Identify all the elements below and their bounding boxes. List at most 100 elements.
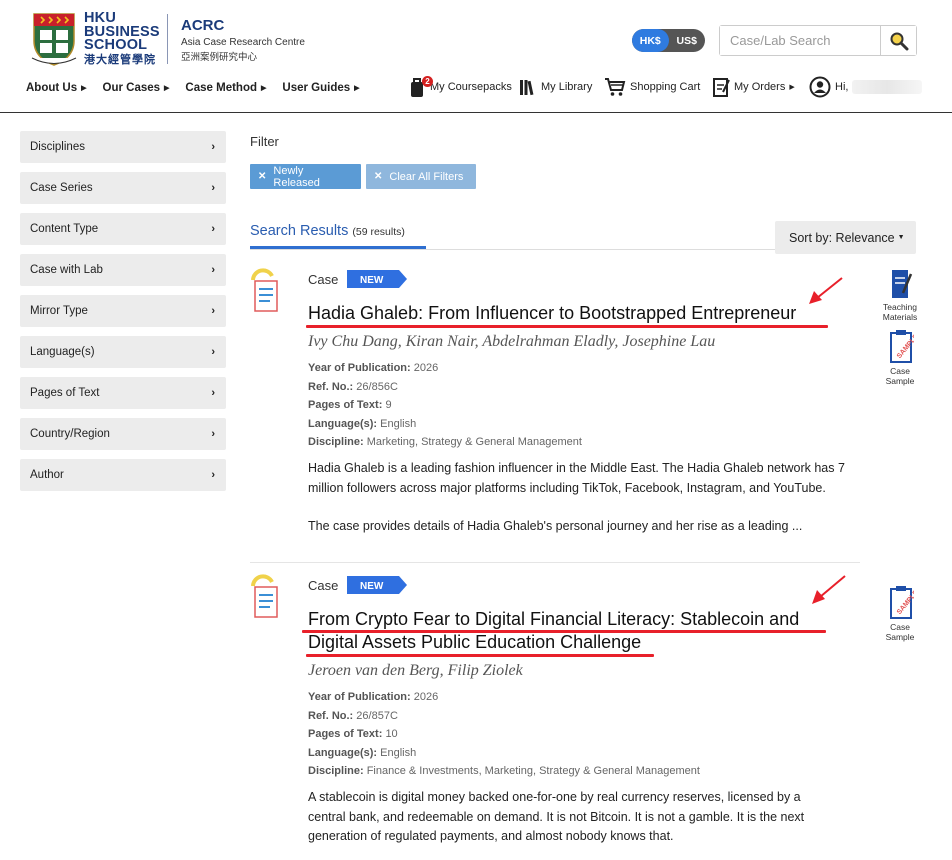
nav-label: Our Cases [102, 82, 161, 94]
site-header: HKU BUSINESS SCHOOL 港大經管學院 ACRC Asia Cas… [0, 0, 952, 113]
meta-label-discipline: Discipline: [308, 765, 364, 777]
shopping-cart-link[interactable]: Shopping Cart [604, 72, 700, 102]
meta-year: 2026 [413, 362, 439, 374]
new-tag-text: NEW [360, 275, 384, 286]
abstract-paragraph: The case provides details of Hadia Ghale… [308, 519, 803, 533]
clear-all-filters-button[interactable]: ✕ Clear All Filters [366, 164, 476, 189]
filter-chip-newly-released[interactable]: ✕ Newly Released [250, 164, 361, 189]
case-abstract: A stablecoin is digital money backed one… [308, 788, 828, 847]
case-authors: Ivy Chu Dang, Kiran Nair, Abdelrahman El… [308, 333, 716, 350]
meta-language: English [380, 417, 417, 430]
case-document-icon [251, 268, 278, 312]
case-sample-link[interactable]: SAMPLE Case Sample [880, 584, 920, 642]
results-count: (59 results) [352, 226, 405, 238]
sort-dropdown[interactable]: Sort by: Relevance ▼ [775, 221, 916, 254]
sidebar-item-mirror-type[interactable]: Mirror Type › [20, 295, 226, 327]
caret-right-icon: ▶ [81, 85, 87, 92]
library-label: My Library [541, 81, 593, 93]
sidebar-item-case-series[interactable]: Case Series › [20, 172, 226, 204]
filter-sidebar: Disciplines › Case Series › Content Type › … [20, 131, 226, 500]
search-icon [890, 32, 908, 50]
caret-right-icon: ▶ [164, 85, 170, 92]
annotation-arrow-icon [809, 277, 843, 304]
result-divider [250, 562, 860, 563]
nav-label: User Guides [282, 82, 351, 94]
annotation-arrow-icon [812, 575, 846, 604]
meta-language: English [380, 746, 417, 759]
sidebar-item-label: Disciplines [30, 141, 85, 153]
case-sample-clipboard-icon: SAMPLE [890, 586, 920, 619]
chevron-right-icon: › [211, 305, 215, 317]
sidebar-item-pages-of-text[interactable]: Pages of Text › [20, 377, 226, 409]
teaching-materials-icon [892, 270, 913, 298]
my-library-link[interactable]: My Library [519, 72, 592, 102]
main-nav: About Us ▶ Our Cases ▶ Case Method ▶ User G… [26, 82, 376, 94]
redacted-user-name [852, 80, 923, 94]
sort-label: Sort by: Relevance [789, 230, 895, 245]
chevron-right-icon: › [211, 264, 215, 276]
meta-label-language: Language(s): [308, 746, 378, 759]
caret-down-icon: ▼ [897, 234, 905, 241]
sidebar-item-label: Author [30, 469, 64, 481]
meta-label-year: Year of Publication: [308, 362, 411, 374]
school-name-chinese: 港大經管學院 [84, 53, 156, 66]
meta-label-language: Language(s): [308, 417, 378, 430]
case-title-link[interactable]: Hadia Ghaleb: From Influencer to Bootstr… [308, 302, 848, 325]
meta-year: 2026 [413, 691, 439, 703]
nav-about-us[interactable]: About Us ▶ [26, 82, 87, 94]
case-type-label: Case [308, 578, 339, 593]
my-orders-link[interactable]: My Orders ▶ [712, 72, 795, 102]
currency-toggle[interactable]: HK$ US$ [632, 29, 705, 52]
filter-heading: Filter [250, 134, 279, 149]
sidebar-item-languages[interactable]: Language(s) › [20, 336, 226, 368]
nav-case-method[interactable]: Case Method ▶ [185, 82, 266, 94]
chevron-right-icon: › [211, 428, 215, 440]
meta-label-year: Year of Publication: [308, 691, 411, 703]
orders-clipboard-icon [712, 76, 730, 98]
caret-right-icon: ▶ [354, 85, 360, 92]
annotation-underline [306, 654, 654, 657]
meta-ref: 26/856C [356, 380, 398, 393]
nav-our-cases[interactable]: Our Cases ▶ [103, 82, 170, 94]
hku-business-school-wordmark[interactable]: HKU BUSINESS SCHOOL 港大經管學院 [84, 11, 164, 67]
teaching-materials-link[interactable]: Teaching Materials [880, 268, 920, 322]
sidebar-item-case-with-lab[interactable]: Case with Lab › [20, 254, 226, 286]
caret-right-icon: ▶ [261, 85, 267, 92]
search-button[interactable] [880, 26, 916, 55]
case-type-label: Case [308, 272, 339, 287]
orders-label: My Orders [734, 81, 786, 93]
sidebar-item-disciplines[interactable]: Disciplines › [20, 131, 226, 163]
chevron-right-icon: › [211, 182, 215, 194]
user-account-menu[interactable]: Hi, [809, 72, 923, 102]
remove-x-icon[interactable]: ✕ [258, 171, 266, 182]
meta-pages: 9 [385, 399, 392, 411]
meta-label-pages: Pages of Text: [308, 399, 383, 411]
coursepacks-count-badge: 2 [422, 76, 433, 87]
sidebar-item-label: Pages of Text [30, 387, 100, 399]
chevron-right-icon: › [211, 141, 215, 153]
annotation-underline [302, 630, 826, 633]
chevron-right-icon: › [211, 346, 215, 358]
library-books-icon [519, 78, 537, 96]
sidebar-item-label: Mirror Type [30, 305, 88, 317]
centre-abbr: ACRC [181, 17, 225, 34]
currency-usd-option[interactable]: US$ [669, 29, 706, 52]
nav-user-guides[interactable]: User Guides ▶ [282, 82, 359, 94]
annotation-underline [306, 325, 828, 328]
sidebar-item-content-type[interactable]: Content Type › [20, 213, 226, 245]
my-coursepacks-link[interactable]: 2 My Coursepacks [408, 72, 512, 102]
shopping-cart-icon [604, 77, 626, 97]
case-search-bar [719, 25, 917, 56]
logo-divider [167, 14, 168, 64]
currency-hkd-option[interactable]: HK$ [632, 29, 669, 52]
sidebar-item-author[interactable]: Author › [20, 459, 226, 491]
meta-pages: 10 [385, 728, 398, 740]
search-input[interactable] [720, 26, 880, 55]
acrc-wordmark[interactable]: ACRC Asia Case Research Centre 亞洲案例研究中心 [181, 17, 305, 63]
resource-label: Case Sample [885, 366, 915, 386]
hku-shield-logo-icon[interactable] [31, 11, 77, 66]
case-sample-link[interactable]: SAMPLE Case Sample [880, 328, 920, 386]
search-results-heading: Search Results (59 results) [250, 223, 405, 239]
meta-ref: 26/857C [356, 709, 398, 722]
sidebar-item-country-region[interactable]: Country/Region › [20, 418, 226, 450]
